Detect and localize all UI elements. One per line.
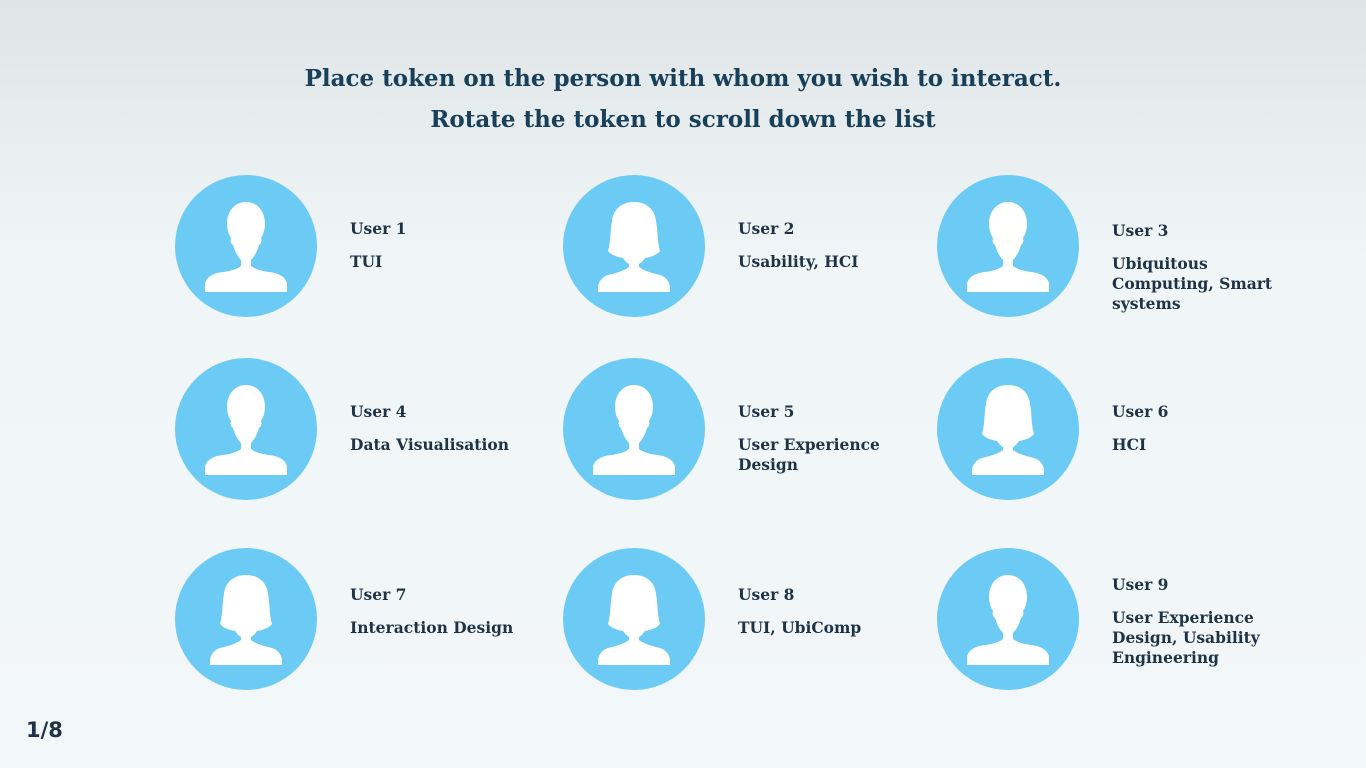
user-topic: Interaction Design (350, 618, 514, 637)
user-topic: Usability, HCI (738, 252, 859, 271)
user-name: User 9 (1112, 575, 1169, 594)
male-avatar-icon (937, 548, 1079, 690)
female-avatar-icon (937, 358, 1079, 500)
male-avatar-icon (563, 358, 705, 500)
female-avatar-icon (175, 548, 317, 690)
user-card-8[interactable]: User 8 TUI, UbiComp (563, 548, 963, 698)
user-name: User 6 (1112, 402, 1169, 421)
user-name: User 5 (738, 402, 795, 421)
user-name: User 4 (350, 402, 407, 421)
instructions: Place token on the person with whom you … (0, 58, 1366, 140)
user-name: User 2 (738, 219, 795, 238)
user-topic: HCI (1112, 435, 1147, 454)
female-avatar-icon (563, 175, 705, 317)
user-topic: User Experience Design (738, 435, 880, 474)
user-name: User 7 (350, 585, 407, 604)
female-avatar-icon (563, 548, 705, 690)
user-topic: User Experience Design, Usability Engine… (1112, 608, 1260, 667)
male-avatar-icon (175, 175, 317, 317)
user-name: User 8 (738, 585, 795, 604)
user-card-5[interactable]: User 5 User Experience Design (563, 358, 963, 508)
user-card-6[interactable]: User 6 HCI (937, 358, 1337, 508)
user-name: User 3 (1112, 221, 1169, 240)
user-card-3[interactable]: User 3 Ubiquitous Computing, Smart syste… (937, 175, 1337, 325)
male-avatar-icon (175, 358, 317, 500)
instruction-line-2: Rotate the token to scroll down the list (430, 106, 936, 133)
male-avatar-icon (937, 175, 1079, 317)
user-topic: Ubiquitous Computing, Smart systems (1112, 254, 1273, 313)
page-indicator: 1/8 (26, 718, 63, 742)
user-name: User 1 (350, 219, 407, 238)
user-topic: TUI, UbiComp (738, 618, 862, 637)
user-card-4[interactable]: User 4 Data Visualisation (175, 358, 575, 508)
user-card-1[interactable]: User 1 TUI (175, 175, 575, 325)
user-topic: Data Visualisation (350, 435, 509, 454)
user-card-2[interactable]: User 2 Usability, HCI (563, 175, 963, 325)
user-card-9[interactable]: User 9 User Experience Design, Usability… (937, 548, 1337, 698)
user-card-7[interactable]: User 7 Interaction Design (175, 548, 575, 698)
user-topic: TUI (350, 252, 383, 271)
instruction-line-1: Place token on the person with whom you … (304, 65, 1062, 92)
